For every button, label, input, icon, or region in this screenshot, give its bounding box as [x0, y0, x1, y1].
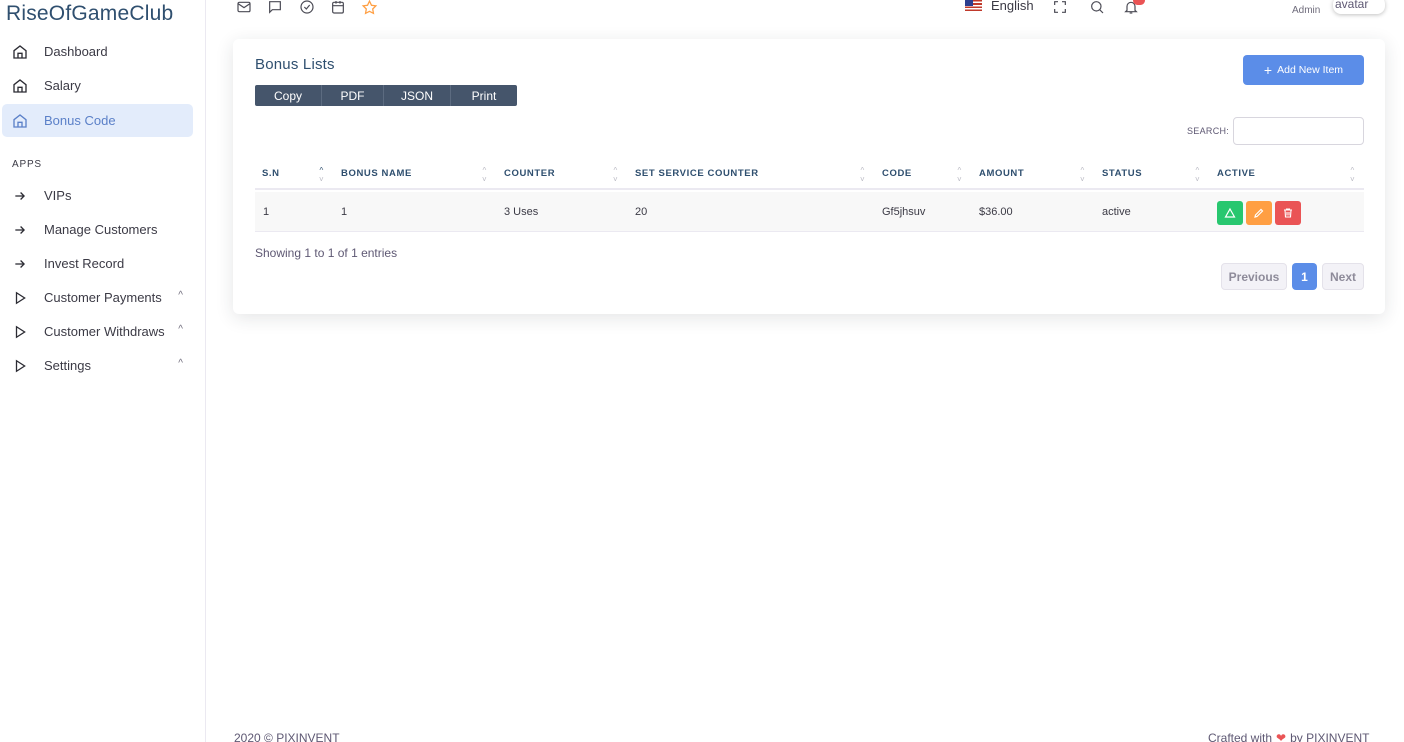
cell-set-service-counter: 20	[635, 206, 648, 218]
language-label: English	[991, 0, 1034, 13]
bonus-list-card: Bonus Lists Copy PDF JSON Print + Add Ne…	[233, 39, 1385, 314]
search-icon[interactable]	[1088, 0, 1106, 16]
sort-icon[interactable]: ^ ˅	[319, 166, 324, 184]
cell-code: Gf5jhsuv	[882, 206, 926, 218]
language-selector[interactable]: English	[965, 0, 1034, 13]
arrow-right-icon	[10, 220, 30, 240]
column-header-status[interactable]: STATUS	[1102, 168, 1142, 179]
play-icon	[10, 356, 30, 376]
sort-icon[interactable]: ^ ˅	[860, 166, 865, 184]
play-icon	[10, 322, 30, 342]
footer-credit: Crafted with ❤ by PIXINVENT	[1208, 731, 1369, 742]
sidebar-item-label: Manage Customers	[44, 222, 158, 237]
column-header-set-service-counter[interactable]: SET SERVICE COUNTER	[635, 168, 759, 179]
copy-button[interactable]: Copy	[255, 85, 322, 106]
home-icon	[10, 111, 30, 131]
pagination-next-button[interactable]: Next	[1322, 263, 1364, 290]
sidebar-item-manage-customers[interactable]: Manage Customers	[2, 213, 193, 246]
calendar-icon[interactable]	[329, 0, 347, 16]
pencil-icon	[1254, 208, 1264, 218]
cell-status: active	[1102, 206, 1131, 218]
us-flag-icon	[965, 0, 982, 11]
search-label: SEARCH:	[1187, 126, 1230, 136]
sidebar-item-invest-record[interactable]: Invest Record	[2, 247, 193, 280]
add-new-item-label: Add New Item	[1277, 64, 1344, 76]
sidebar: RiseOfGameClub Dashboard Salary Bonus Co…	[0, 0, 206, 742]
sidebar-item-label: Customer Withdraws	[44, 324, 165, 339]
card-title: Bonus Lists	[255, 56, 335, 73]
brand-logo[interactable]: RiseOfGameClub	[6, 0, 173, 28]
delete-button[interactable]	[1275, 201, 1301, 225]
sidebar-item-label: Customer Payments	[44, 290, 162, 305]
sidebar-item-label: Invest Record	[44, 256, 125, 271]
sort-icon[interactable]: ^ ˅	[1080, 166, 1085, 184]
fullscreen-icon[interactable]	[1051, 0, 1069, 16]
column-header-code[interactable]: CODE	[882, 168, 912, 179]
sidebar-item-label: Settings	[44, 358, 91, 373]
avatar[interactable]: avatar	[1333, 0, 1385, 14]
search-input[interactable]	[1233, 117, 1364, 145]
column-header-bonus-name[interactable]: BONUS NAME	[341, 168, 412, 179]
chat-icon[interactable]	[266, 0, 284, 16]
sidebar-item-customer-withdraws[interactable]: Customer Withdraws ^	[2, 315, 193, 348]
pagination-previous-button[interactable]: Previous	[1221, 263, 1287, 290]
column-header-counter[interactable]: COUNTER	[504, 168, 555, 179]
footer-credit-prefix: Crafted with	[1208, 731, 1273, 742]
home-icon	[10, 42, 30, 62]
sidebar-item-label: Salary	[44, 78, 81, 93]
cell-bonus-name: 1	[341, 206, 348, 218]
sort-icon[interactable]: ^ ˅	[1195, 166, 1200, 184]
home-icon	[10, 76, 30, 96]
edit-button[interactable]	[1246, 201, 1272, 225]
table-row: 1 1 3 Uses 20 Gf5jhsuv $36.00 active	[255, 192, 1364, 232]
cell-sn: 1	[263, 206, 270, 218]
trash-icon	[1284, 208, 1292, 218]
export-button-group: Copy PDF JSON Print	[255, 85, 517, 106]
pdf-button[interactable]: PDF	[322, 85, 384, 106]
sidebar-item-label: Dashboard	[44, 44, 108, 59]
sidebar-item-dashboard[interactable]: Dashboard	[2, 35, 193, 68]
sort-icon[interactable]: ^ ˅	[482, 166, 487, 184]
sidebar-item-label: Bonus Code	[44, 113, 116, 128]
heart-icon: ❤	[1276, 731, 1287, 742]
notification-badge	[1133, 0, 1145, 5]
chevron-up-icon: ^	[178, 324, 183, 335]
table-header: S.N ^ ˅ BONUS NAME ^ ˅ COUNTER ^ ˅ SET SERV…	[255, 164, 1364, 190]
sort-icon[interactable]: ^ ˅	[1350, 166, 1355, 184]
triangle-up-icon	[1224, 207, 1236, 218]
play-icon	[10, 288, 30, 308]
table-info: Showing 1 to 1 of 1 entries	[255, 246, 398, 260]
star-icon[interactable]	[360, 0, 378, 16]
column-header-sn[interactable]: S.N	[262, 168, 280, 179]
cell-counter: 3 Uses	[504, 206, 539, 218]
check-circle-icon[interactable]	[298, 0, 316, 16]
sidebar-item-label: VIPs	[44, 188, 72, 203]
cell-amount: $36.00	[979, 206, 1013, 218]
column-header-active[interactable]: ACTIVE	[1217, 168, 1255, 179]
sidebar-item-salary[interactable]: Salary	[2, 69, 193, 102]
activate-button[interactable]	[1217, 201, 1243, 225]
plus-icon: +	[1263, 62, 1273, 78]
column-header-amount[interactable]: AMOUNT	[979, 168, 1024, 179]
json-button[interactable]: JSON	[384, 85, 451, 106]
mail-icon[interactable]	[235, 0, 253, 16]
footer-credit-suffix: by PIXINVENT	[1290, 731, 1370, 742]
sidebar-item-vips[interactable]: VIPs	[2, 179, 193, 212]
sidebar-item-customer-payments[interactable]: Customer Payments ^	[2, 281, 193, 314]
arrow-right-icon	[10, 254, 30, 274]
user-role: Admin	[1292, 5, 1321, 16]
footer-copyright: 2020 © PIXINVENT	[234, 731, 340, 742]
chevron-up-icon: ^	[178, 290, 183, 301]
print-button[interactable]: Print	[451, 85, 517, 106]
arrow-right-icon	[10, 186, 30, 206]
section-header-apps: APPS	[12, 159, 42, 170]
sidebar-item-settings[interactable]: Settings ^	[2, 349, 193, 382]
sidebar-item-bonus-code[interactable]: Bonus Code	[2, 104, 193, 137]
sort-icon[interactable]: ^ ˅	[613, 166, 618, 184]
sort-icon[interactable]: ^ ˅	[957, 166, 962, 184]
pagination-page-1[interactable]: 1	[1292, 263, 1317, 290]
add-new-item-button[interactable]: + Add New Item	[1243, 55, 1364, 85]
chevron-up-icon: ^	[178, 358, 183, 369]
